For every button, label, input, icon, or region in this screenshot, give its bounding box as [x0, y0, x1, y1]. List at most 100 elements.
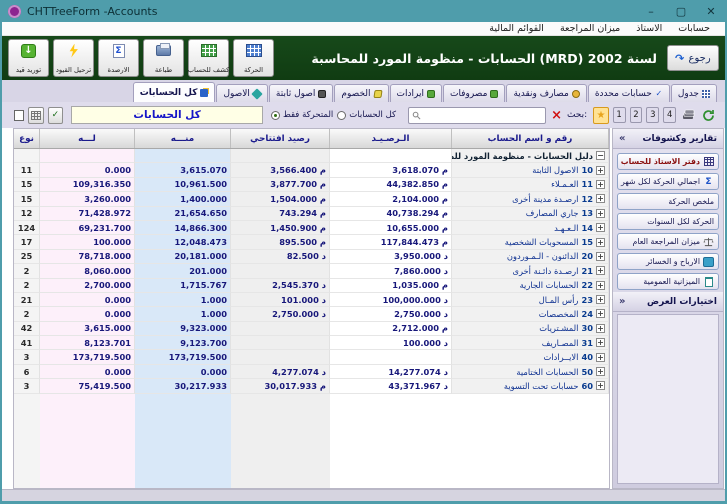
tab-fixed-assets[interactable]: اصول ثابتة [268, 84, 334, 102]
tab-check[interactable]: ✓ حسابات محددة [587, 84, 670, 102]
radio-moving-only[interactable]: المتحركة فقط [270, 110, 333, 120]
display-options-header[interactable]: اختيارات العرض « [613, 292, 723, 312]
expand-icon[interactable]: + [596, 179, 605, 189]
table-row-account-22[interactable]: 2 2,700.000 1,715.767 2,545.370 دم 1,035.00… [14, 278, 609, 293]
reports-header[interactable]: تقارير وكشوفات » [613, 129, 723, 149]
table-row-root[interactable]: −دليل الحسابات - منظومة المورد للمحاسبة [14, 149, 609, 164]
menu-item[interactable]: القوائم المالية [482, 23, 551, 34]
toolbar-button[interactable]: كشف للحساب [188, 39, 229, 77]
stack-button[interactable] [680, 106, 697, 124]
account-tree-cell[interactable]: +13 جاري المصارف [452, 206, 609, 221]
expand-icon[interactable]: + [596, 223, 605, 233]
account-tree-cell[interactable]: +15 المسحوبات الشخصية [452, 235, 609, 250]
expand-icon[interactable]: + [596, 295, 605, 305]
table-row-account-15[interactable]: 17 100.000 12,048.473 895.500 مم 117,844.47… [14, 235, 609, 250]
table-row-account-14[interactable]: 124 69,231.700 14,866.300 1,450.900 مم 10,6… [14, 220, 609, 236]
account-tree-cell[interactable]: +40 الايــرادات [452, 350, 609, 365]
table-row-account-13[interactable]: 12 71,428.972 21,654.650 743.294 مم 40,738.… [14, 206, 609, 221]
col-header-name[interactable]: رقم و اسم الحساب [452, 129, 609, 148]
sidebar-button[interactable]: الارباح و الخسائر [617, 253, 719, 270]
sidebar-button[interactable]: Σ اجمالي الحركة لكل شهر [617, 173, 719, 190]
tab-expenses[interactable]: مصروفات [442, 84, 506, 102]
expand-icon[interactable]: + [596, 338, 605, 348]
page-button-4[interactable]: 4 [663, 107, 677, 123]
expand-chevron-icon[interactable]: « [619, 296, 625, 307]
col-header-balance[interactable]: الـرصـيـد [330, 129, 452, 148]
toolbar-button[interactable]: Σ الارصدة [98, 39, 139, 77]
col-header-credit[interactable]: لـــه [40, 129, 135, 148]
page-button-2[interactable]: 2 [629, 107, 643, 123]
sidebar-button[interactable]: دفتر الاستاذ للحساب [617, 153, 719, 170]
expand-icon[interactable]: + [596, 352, 605, 362]
search-input[interactable] [424, 109, 543, 121]
table-row-account-11[interactable]: 15 109,316.350 10,961.500 3,877.700 مم 44,3… [14, 177, 609, 193]
account-tree-cell[interactable]: +50 الحسابات الختامية [452, 364, 609, 380]
tab-assets[interactable]: الاصول [216, 84, 268, 102]
collapse-icon[interactable]: − [596, 151, 605, 161]
account-tree-cell[interactable]: +11 العـمـلاء [452, 177, 609, 193]
col-header-type[interactable]: نوع [14, 129, 40, 148]
account-tree-cell[interactable]: +14 الـعـهـد [452, 220, 609, 236]
expand-icon[interactable]: + [596, 323, 605, 333]
maximize-button[interactable]: ▢ [673, 5, 689, 18]
table-row-account-60[interactable]: 3 75,419.500 30,217.933 30,017.933 مد 43,37… [14, 379, 609, 394]
sidebar-button[interactable]: الحركة لكل السنوات [617, 213, 719, 230]
sidebar-button[interactable]: ميزان المراجعة العام [617, 233, 719, 250]
close-button[interactable]: ✕ [703, 5, 719, 18]
tab-liabilities[interactable]: الخصوم [334, 84, 389, 102]
col-header-opening[interactable]: رصيد افتتاحي [231, 129, 330, 148]
toolbar-button[interactable]: طباعة [143, 39, 184, 77]
tab-selected-all-accounts[interactable]: كل الحسابات [132, 82, 216, 102]
tab-table-grid[interactable]: جدول [670, 84, 717, 102]
account-tree-cell[interactable]: +31 المصـاريف [452, 336, 609, 351]
account-tree-cell[interactable]: +22 الحسابات الجارية [452, 278, 609, 293]
account-tree-cell[interactable]: +60 حسابات تحت التسوية [452, 379, 609, 394]
expand-icon[interactable]: + [596, 381, 605, 391]
menu-item[interactable]: حسابات [671, 23, 717, 34]
menu-item[interactable]: الاستاذ [629, 23, 669, 34]
table-row-account-24[interactable]: 2 0.000 1.000 2,750.000 دد 2,750.000 +24 المخ… [14, 307, 609, 322]
tab-revenues[interactable]: ايرادات [389, 84, 442, 102]
page-button-3[interactable]: 3 [646, 107, 660, 123]
radio-all-accounts[interactable]: كل الحسابات [337, 110, 396, 120]
col-header-debit[interactable]: منـــه [135, 129, 231, 148]
table-row-account-12[interactable]: 15 3,260.000 1,400.000 1,504.000 مم 2,104.0… [14, 192, 609, 207]
table-row-account-50[interactable]: 6 0.000 0.000 4,277.074 دد 14,277.074 +50 الح… [14, 364, 609, 380]
table-row-account-21[interactable]: 2 8,060.000 201.000 د 7,860.000 +21 ارصـدة دا… [14, 264, 609, 279]
page-button-1[interactable]: 1 [612, 107, 626, 123]
sidebar-button[interactable]: ملخص الحركة [617, 193, 719, 210]
expand-icon[interactable]: + [596, 194, 605, 204]
apply-button[interactable]: ✓ [47, 106, 64, 124]
expand-icon[interactable]: + [596, 237, 605, 247]
table-row-account-23[interactable]: 21 0.000 1.000 101.000 دد 100,000.000 +23 رأس… [14, 292, 609, 308]
refresh-button[interactable] [700, 106, 717, 124]
table-row-account-30[interactable]: 42 3,615.000 9,323.000 م 2,712.000 +30 المشـت… [14, 321, 609, 337]
account-tree-cell[interactable]: +21 ارصـدة دائـنة أخرى [452, 264, 609, 279]
grid-view-button[interactable] [28, 106, 44, 124]
collapse-chevron-icon[interactable]: » [619, 133, 625, 144]
table-row-account-40[interactable]: 3 173,719.500 173,719.500 +40 الايــرادات [14, 350, 609, 365]
favorite-star-button[interactable]: ★ [593, 106, 609, 124]
minimize-button[interactable]: – [643, 5, 659, 18]
account-tree-cell[interactable]: +12 ارصـدة مدينة أخرى [452, 192, 609, 207]
toolbar-button[interactable]: ترحيل القيود [53, 39, 94, 77]
toolbar-button[interactable]: الحركة [233, 39, 274, 77]
menu-item[interactable]: ميزان المراجعة [553, 23, 627, 34]
table-row-account-20[interactable]: 25 78,718.000 20,181.000 82.500 دد 3,950.00… [14, 249, 609, 265]
account-tree-cell[interactable]: +24 المخصصات [452, 307, 609, 322]
account-tree-cell[interactable]: +10 الاصول الثابتة [452, 163, 609, 178]
account-tree-cell[interactable]: −دليل الحسابات - منظومة المورد للمحاسبة [452, 149, 609, 164]
account-tree-cell[interactable]: +30 المشـتريات [452, 321, 609, 337]
expand-icon[interactable]: + [596, 165, 605, 175]
expand-icon[interactable]: + [596, 208, 605, 218]
expand-icon[interactable]: + [596, 266, 605, 276]
expand-icon[interactable]: + [596, 367, 605, 377]
table-row-account-10[interactable]: 11 0.000 3,615.070 3,566.400 مم 3,618.070 +1… [14, 163, 609, 178]
account-tree-cell[interactable]: +20 الدائنون - الـمـوردون [452, 249, 609, 265]
account-tree-cell[interactable]: +23 رأس المـال [452, 292, 609, 308]
tab-banks-cash[interactable]: مصارف ونقدية [506, 84, 587, 102]
table-row-account-31[interactable]: 41 8,123.701 9,123.700 د 100.000 +31 المصـاري… [14, 336, 609, 351]
clear-search-icon[interactable]: × [551, 109, 562, 122]
expand-icon[interactable]: + [596, 251, 605, 261]
sidebar-button[interactable]: الميزانية العمومية [617, 273, 719, 290]
